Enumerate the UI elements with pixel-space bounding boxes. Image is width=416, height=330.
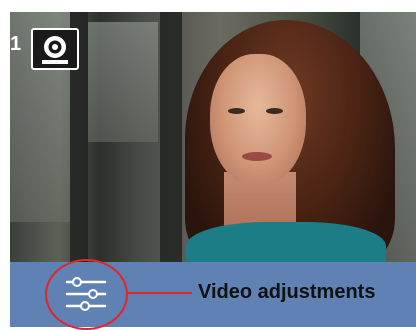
background-window [88,22,158,142]
callout-label: Video adjustments [198,281,376,303]
callout-line [128,292,192,294]
sliders-icon [65,277,107,311]
background-pillar [160,12,182,262]
channel-number: 1 [10,33,22,55]
person-face [210,54,306,186]
camera-icon[interactable] [31,28,79,70]
top-margin [0,0,416,12]
person-shirt [186,222,386,262]
person-eye [266,108,283,114]
person-lips [242,152,272,161]
person-eye [228,108,245,114]
video-adjustments-button[interactable] [45,259,128,330]
